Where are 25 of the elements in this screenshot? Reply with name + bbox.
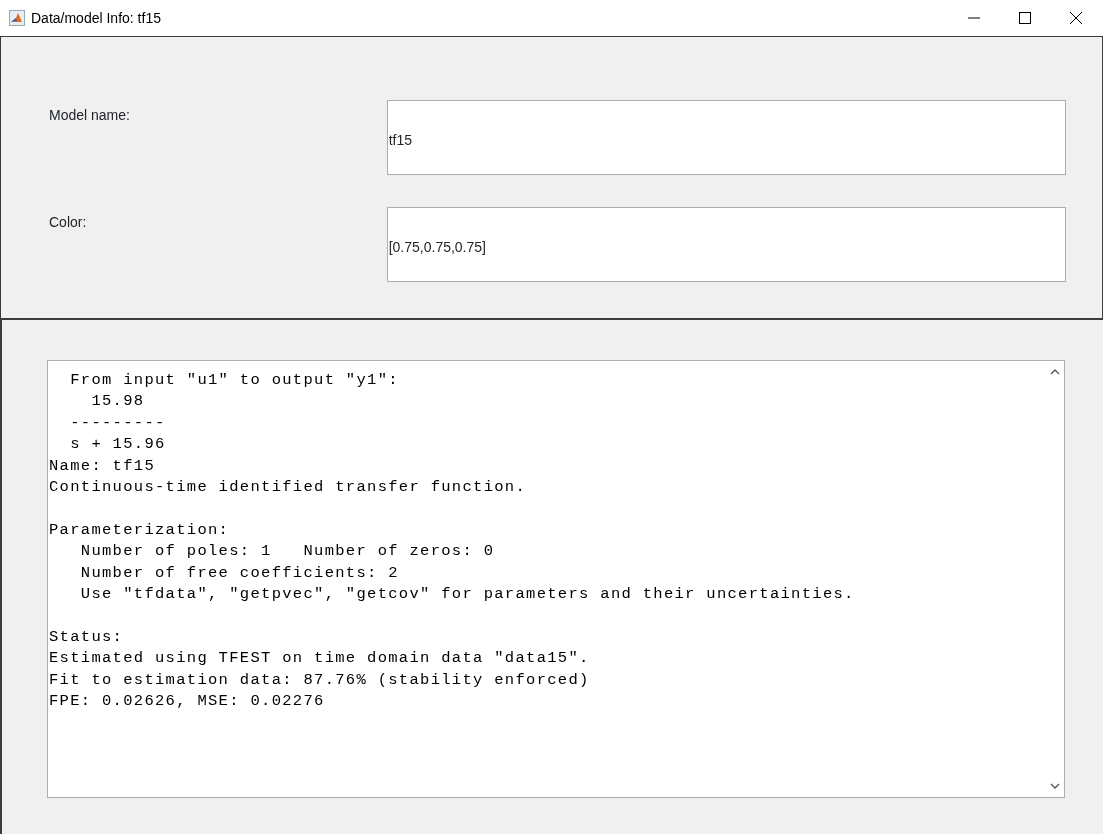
info-text-line: Name: tf15 — [49, 456, 155, 475]
info-text-line: Status: — [49, 627, 124, 646]
window-title: Data/model Info: tf15 — [31, 8, 162, 28]
field-label: Color: — [49, 214, 87, 230]
scroll-down-icon[interactable] — [1050, 783, 1060, 789]
app-logo-icon — [9, 10, 25, 26]
info-text-line: Continuous-time identified transfer function. — [49, 478, 527, 497]
info-text-line: s + 15.96 — [69, 435, 166, 454]
info-text-area[interactable] — [47, 360, 1065, 798]
info-text-line: Number of poles: 1 Number of zeros: 0 — [79, 542, 495, 561]
info-text-line: Fit to estimation data: 87.76% (stability enforced) — [49, 670, 590, 689]
input-field[interactable]: [0.75,0.75,0.75] — [386, 207, 1066, 282]
close-icon[interactable] — [1069, 11, 1083, 25]
scroll-up-icon[interactable] — [1050, 369, 1060, 375]
info-text-line: FPE: 0.02626, MSE: 0.02276 — [49, 692, 325, 711]
info-text-line: Estimated using TFEST on time domain data "data15". — [49, 649, 590, 668]
maximize-icon[interactable] — [1018, 11, 1032, 25]
info-text-line: 15.98 — [90, 392, 145, 411]
info-text-line: Parameterization: — [49, 520, 230, 539]
info-text-line: Number of free coefficients: 2 — [79, 563, 399, 582]
info-text-line: --------- — [69, 413, 166, 432]
info-text-line: From input "u1" to output "y1": — [69, 371, 399, 389]
input-field[interactable]: tf15 — [386, 100, 1066, 175]
field-label: Model name: — [49, 107, 130, 123]
info-text-line: Use "tfdata", "getpvec", "getcov" for parameters and their uncertainties. — [79, 585, 855, 604]
